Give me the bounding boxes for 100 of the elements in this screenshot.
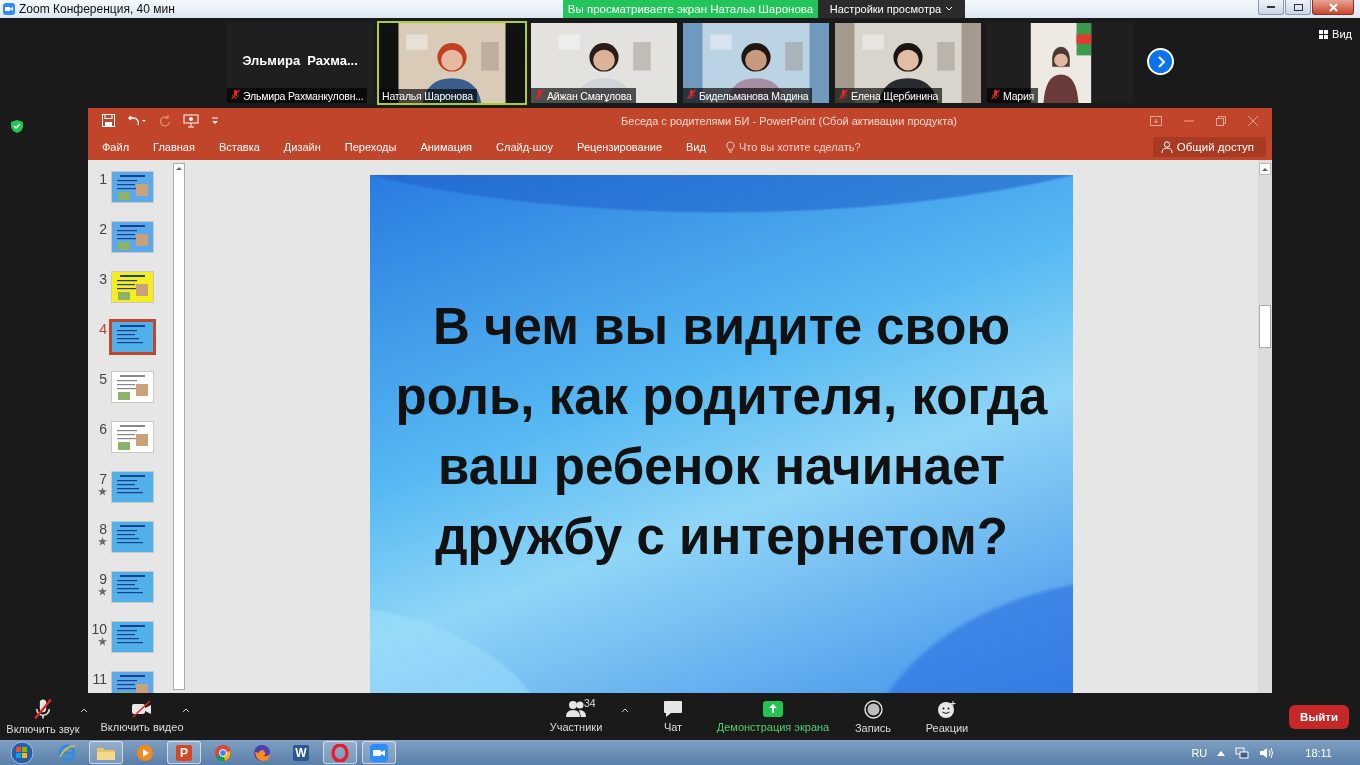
slide-number: 10 (91, 621, 107, 637)
record-icon (863, 699, 883, 719)
muted-mic-icon (838, 89, 849, 100)
chevron-right-icon (1155, 55, 1166, 68)
emoji-icon (937, 699, 957, 719)
slide-thumbnail[interactable] (111, 471, 154, 503)
grid-icon (1319, 29, 1330, 39)
taskbar-app[interactable] (323, 741, 357, 764)
slide-thumbnail[interactable] (111, 221, 154, 253)
scrollbar[interactable] (1258, 160, 1272, 693)
language-indicator[interactable]: RU (1191, 746, 1208, 759)
scroll-up-button[interactable] (1259, 163, 1271, 175)
participant-name-label: Айжан Смағұлова (531, 88, 636, 103)
toolbar-button[interactable]: Реакции (917, 699, 977, 734)
toolbar-button[interactable]: 34 Участники (545, 700, 607, 733)
slide-thumbnail[interactable] (111, 271, 154, 303)
scrollbar-thumb[interactable] (1259, 305, 1271, 348)
slide-thumbnail[interactable] (111, 621, 154, 653)
fox-icon (253, 743, 271, 762)
restore-icon[interactable] (1216, 115, 1226, 126)
slide-heading: В чем вы видите свою роль, как родителя, когда ваш ребенок начинает дружбу с интернетом? (394, 297, 1049, 567)
volume-icon[interactable] (1259, 746, 1274, 759)
muted-microphone-icon (32, 698, 54, 720)
document-title: Беседа с родителями БИ - PowerPoint (Сбой активации продукта) (620, 114, 958, 127)
slide-number: 9 (99, 571, 107, 587)
toolbar-button[interactable]: Включить видео (102, 700, 182, 733)
ribbon-tab[interactable]: Файл (90, 140, 142, 153)
media-player-icon (136, 743, 154, 762)
save-icon[interactable] (102, 114, 115, 127)
taskbar-app[interactable]: P (167, 741, 201, 764)
next-page-button[interactable] (1147, 48, 1174, 75)
taskbar-app[interactable] (89, 741, 123, 764)
undo-icon[interactable] (127, 114, 147, 127)
slide-number: 3 (99, 271, 107, 287)
browser-e-icon (58, 743, 76, 762)
slide-number: 2 (99, 221, 107, 237)
slide-thumbnail[interactable] (109, 319, 156, 355)
muted-mic-icon (230, 89, 241, 100)
ribbon-tab[interactable]: Рецензирование (565, 140, 675, 153)
view-options-button[interactable]: Настройки просмотра (818, 0, 965, 18)
participant-count: 34 (584, 697, 596, 709)
share-screen-icon (762, 700, 784, 718)
toolbar-button[interactable]: Чат (643, 700, 703, 733)
scroll-up-icon (1261, 166, 1269, 172)
chevron-down-icon (945, 6, 954, 12)
caret-icon[interactable] (80, 706, 88, 713)
scrollbar[interactable] (173, 163, 185, 690)
slide-number: 5 (99, 371, 107, 387)
slide-thumbnail[interactable] (111, 421, 154, 453)
close-icon (1328, 2, 1338, 12)
network-icon[interactable] (1235, 746, 1250, 759)
presentation-icon[interactable] (183, 113, 199, 128)
view-button[interactable]: Вид (1319, 28, 1352, 40)
opera-icon (331, 743, 349, 762)
window-title: Zoom Конференция, 40 мин (19, 2, 175, 16)
slide-thumbnail[interactable] (111, 521, 154, 553)
ribbon-tab[interactable]: Вставка (206, 140, 272, 153)
participant-name-label: Мария (987, 88, 1039, 103)
restore-button[interactable] (1285, 0, 1311, 15)
ribbon-tab[interactable]: Слайд-шоу (484, 140, 566, 153)
slide-number: 11 (92, 671, 107, 687)
tell-me-field[interactable]: Что вы хотите сделать? (725, 140, 861, 153)
muted-mic-icon (990, 89, 1001, 100)
ribbon-tab[interactable]: Вид (674, 140, 718, 153)
restore-icon (1293, 3, 1303, 11)
muted-mic-icon (686, 89, 697, 100)
close-icon[interactable] (1248, 115, 1258, 126)
slide-thumbnail[interactable] (111, 571, 154, 603)
powerpoint-icon: P (176, 744, 192, 761)
taskbar-app[interactable] (362, 741, 396, 764)
toolbar-button[interactable]: Запись (843, 699, 903, 734)
taskbar-app[interactable]: W (284, 741, 318, 764)
share-button[interactable]: Общий доступ (1152, 136, 1266, 157)
tray-arrow-icon[interactable] (1217, 749, 1226, 756)
ribbon-tab[interactable]: Анимация (408, 140, 485, 153)
shield-icon (11, 120, 23, 133)
participant-name-label: Наталья Шаронова (379, 89, 477, 103)
scroll-up-icon[interactable] (175, 164, 183, 172)
minimize-button[interactable] (1258, 0, 1284, 15)
slide-number: 6 (99, 421, 107, 437)
participant-display-name: Эльмира Рахма... (241, 53, 359, 68)
ribbon-display-icon[interactable] (1150, 115, 1162, 126)
chat-icon (663, 700, 683, 718)
slide-number: 7 (99, 471, 107, 487)
toolbar-button[interactable]: Демонстрация экрана (717, 700, 829, 733)
toolbar-button[interactable]: Включить звук (6, 698, 80, 735)
word-icon: W (293, 744, 309, 761)
windows-logo (10, 740, 34, 765)
slide-thumbnail[interactable] (111, 371, 154, 403)
lightbulb-icon (725, 140, 735, 153)
ribbon-tab[interactable]: Переходы (332, 140, 409, 153)
close-button[interactable] (1312, 0, 1354, 15)
leave-button[interactable]: Выйти (1289, 704, 1349, 729)
customize-menu-icon[interactable] (211, 116, 219, 125)
video-camera-icon (3, 3, 15, 15)
caret-icon[interactable] (621, 706, 629, 713)
slide-thumbnail[interactable] (111, 171, 154, 203)
caret-icon[interactable] (182, 706, 190, 713)
ribbon-tab[interactable]: Главная (141, 140, 207, 153)
ribbon-tab[interactable]: Дизайн (271, 140, 333, 153)
